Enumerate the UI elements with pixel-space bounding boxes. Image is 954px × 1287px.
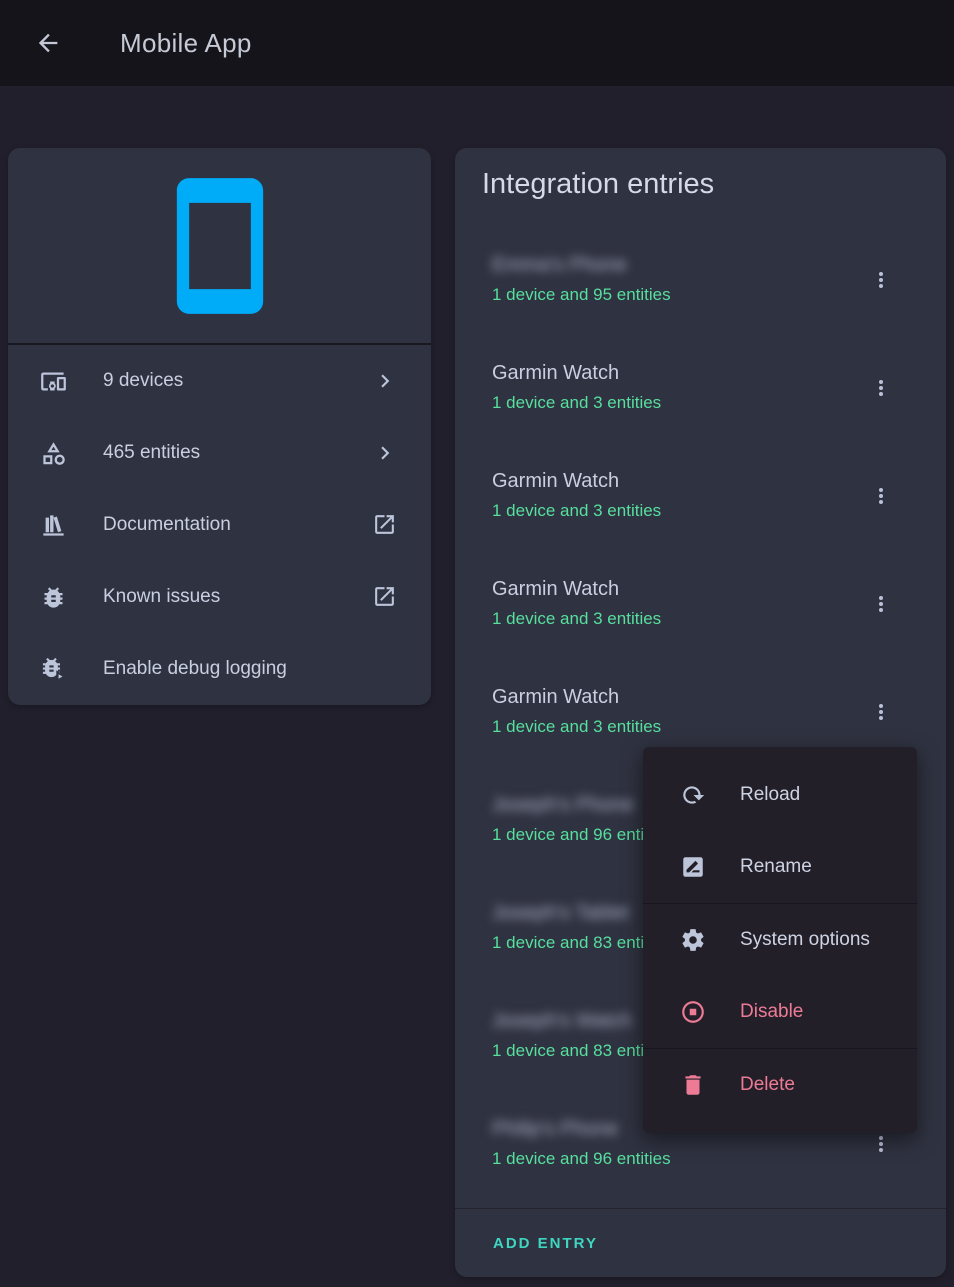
arrow-left-icon <box>34 29 62 57</box>
page-title: Mobile App <box>120 28 252 59</box>
entry-context-menu: Reload Rename System options Disable Del… <box>643 747 917 1133</box>
reload-icon <box>680 782 706 808</box>
app-bar: Mobile App <box>0 0 954 86</box>
cellphone-icon <box>146 172 294 320</box>
entry-name: Joseph's Tablet <box>492 900 629 926</box>
dots-vertical-icon <box>869 376 893 400</box>
entry-name: Garmin Watch <box>492 576 619 602</box>
entry-menu-button[interactable] <box>861 692 901 732</box>
entry-name: Joseph's Watch <box>492 1008 632 1034</box>
entry-summary-link[interactable]: 1 device and 3 entities <box>492 499 661 523</box>
menu-item-rename[interactable]: Rename <box>643 831 917 903</box>
entry-name: Garmin Watch <box>492 360 619 386</box>
stop-circle-icon <box>680 999 706 1025</box>
integration-icon-header <box>8 148 431 345</box>
menu-item-label: Rename <box>740 856 812 878</box>
documentation-link[interactable]: Documentation <box>8 489 431 561</box>
menu-item-label: Delete <box>740 1074 795 1096</box>
menu-item-label: Disable <box>740 1001 803 1023</box>
entry-name: Garmin Watch <box>492 684 619 710</box>
menu-item-label: System options <box>740 929 870 951</box>
entry-name: Garmin Watch <box>492 468 619 494</box>
entry-summary-link[interactable]: 1 device and 3 entities <box>492 607 661 631</box>
add-entry-button[interactable]: ADD ENTRY <box>477 1225 614 1262</box>
entry-row: Emma's Phone 1 device and 95 entities <box>455 220 946 328</box>
entries-card-title: Integration entries <box>455 148 946 220</box>
entry-summary-link[interactable]: 1 device and 3 entities <box>492 391 661 415</box>
known-issues-link[interactable]: Known issues <box>8 561 431 633</box>
open-in-new-icon <box>372 512 398 538</box>
entry-name: Philip's Phone <box>492 1116 618 1142</box>
chevron-right-icon <box>372 368 398 394</box>
dots-vertical-icon <box>869 700 893 724</box>
entry-row: Garmin Watch 1 device and 3 entities <box>455 328 946 436</box>
devices-row[interactable]: 9 devices <box>8 345 431 417</box>
back-button[interactable] <box>24 19 72 67</box>
dots-vertical-icon <box>869 1132 893 1156</box>
entries-card-footer: ADD ENTRY <box>455 1208 946 1277</box>
entry-summary-link[interactable]: 1 device and 96 entities <box>492 1147 671 1171</box>
entry-summary-link[interactable]: 1 device and 95 entities <box>492 283 671 307</box>
menu-item-label: Reload <box>740 784 800 806</box>
cog-icon <box>680 927 706 953</box>
documentation-label: Documentation <box>103 514 231 536</box>
devices-icon <box>40 368 67 395</box>
known-issues-label: Known issues <box>103 586 220 608</box>
bookshelf-icon <box>40 512 67 539</box>
shapes-icon <box>40 440 67 467</box>
overview-list: 9 devices 465 entities Documentation <box>8 345 431 705</box>
dots-vertical-icon <box>869 592 893 616</box>
rename-box-icon <box>680 854 706 880</box>
menu-item-reload[interactable]: Reload <box>643 759 917 831</box>
chevron-right-icon <box>372 440 398 466</box>
delete-icon <box>680 1072 706 1098</box>
entry-row: Garmin Watch 1 device and 3 entities <box>455 652 946 760</box>
entry-row: Garmin Watch 1 device and 3 entities <box>455 436 946 544</box>
entry-menu-button[interactable] <box>861 368 901 408</box>
dots-vertical-icon <box>869 268 893 292</box>
entry-menu-button[interactable] <box>861 260 901 300</box>
enable-debug-logging-button[interactable]: Enable debug logging <box>8 633 431 705</box>
open-in-new-icon <box>372 584 398 610</box>
bug-play-icon <box>40 656 67 683</box>
menu-item-delete[interactable]: Delete <box>643 1049 917 1121</box>
devices-label: 9 devices <box>103 370 183 392</box>
entry-menu-button[interactable] <box>861 476 901 516</box>
entities-row[interactable]: 465 entities <box>8 417 431 489</box>
entry-menu-button[interactable] <box>861 584 901 624</box>
entry-name: Emma's Phone <box>492 252 627 278</box>
menu-item-system-options[interactable]: System options <box>643 904 917 976</box>
entry-summary-link[interactable]: 1 device and 3 entities <box>492 715 661 739</box>
entry-row: Garmin Watch 1 device and 3 entities <box>455 544 946 652</box>
menu-item-disable[interactable]: Disable <box>643 976 917 1048</box>
integration-overview-card: 9 devices 465 entities Documentation <box>8 148 431 705</box>
bug-icon <box>40 584 67 611</box>
entities-label: 465 entities <box>103 442 200 464</box>
enable-debug-logging-label: Enable debug logging <box>103 658 287 680</box>
entry-name: Joseph's Phone <box>492 792 634 818</box>
dots-vertical-icon <box>869 484 893 508</box>
